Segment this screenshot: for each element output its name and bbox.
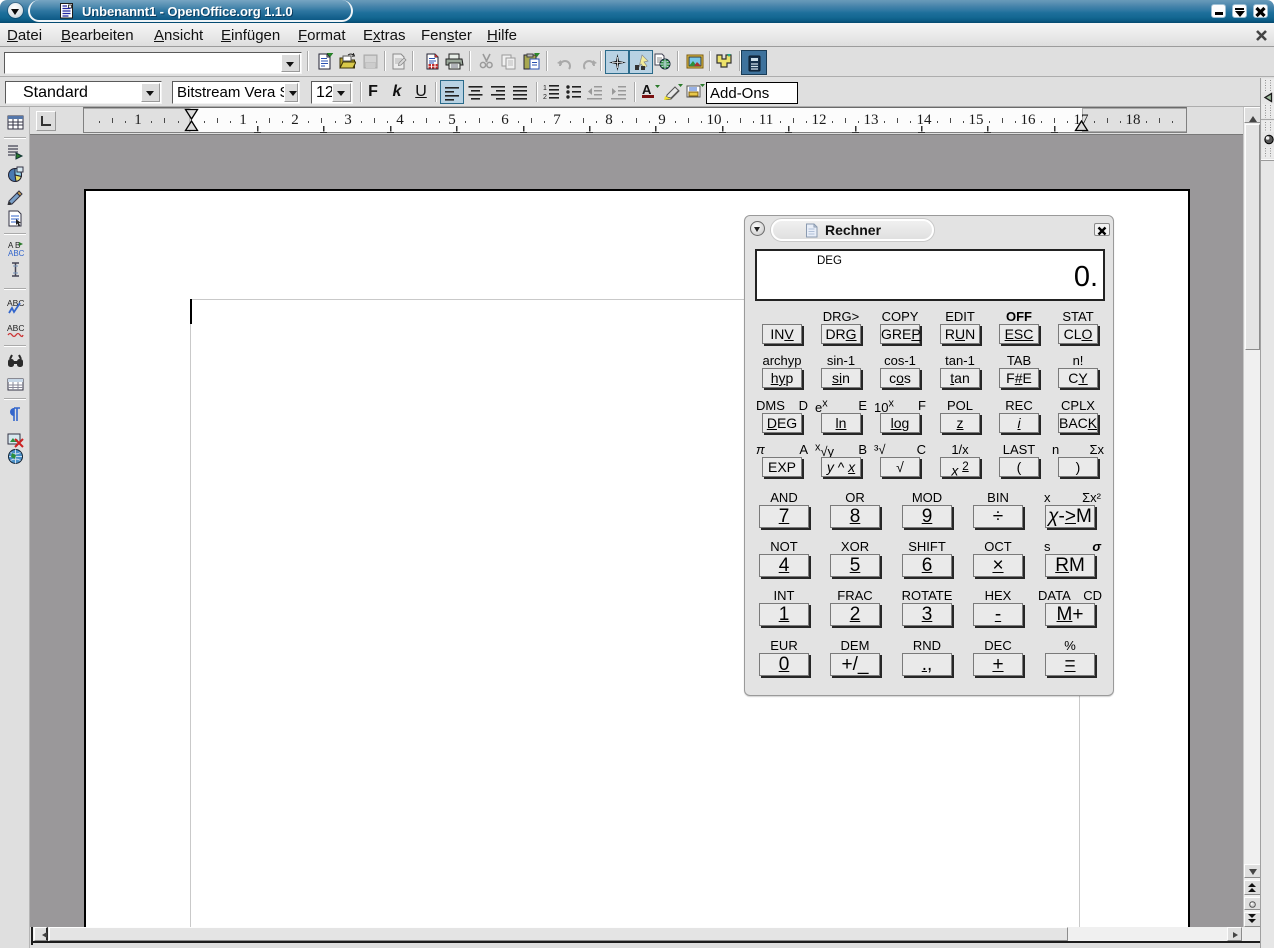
svg-text:1: 1 (543, 85, 547, 92)
svg-text:A: A (642, 83, 652, 97)
svg-text:2: 2 (543, 94, 547, 100)
svg-text:ABC: ABC (7, 323, 24, 333)
svg-text:ABC: ABC (7, 298, 24, 308)
svg-text:ABC: ABC (8, 249, 24, 257)
